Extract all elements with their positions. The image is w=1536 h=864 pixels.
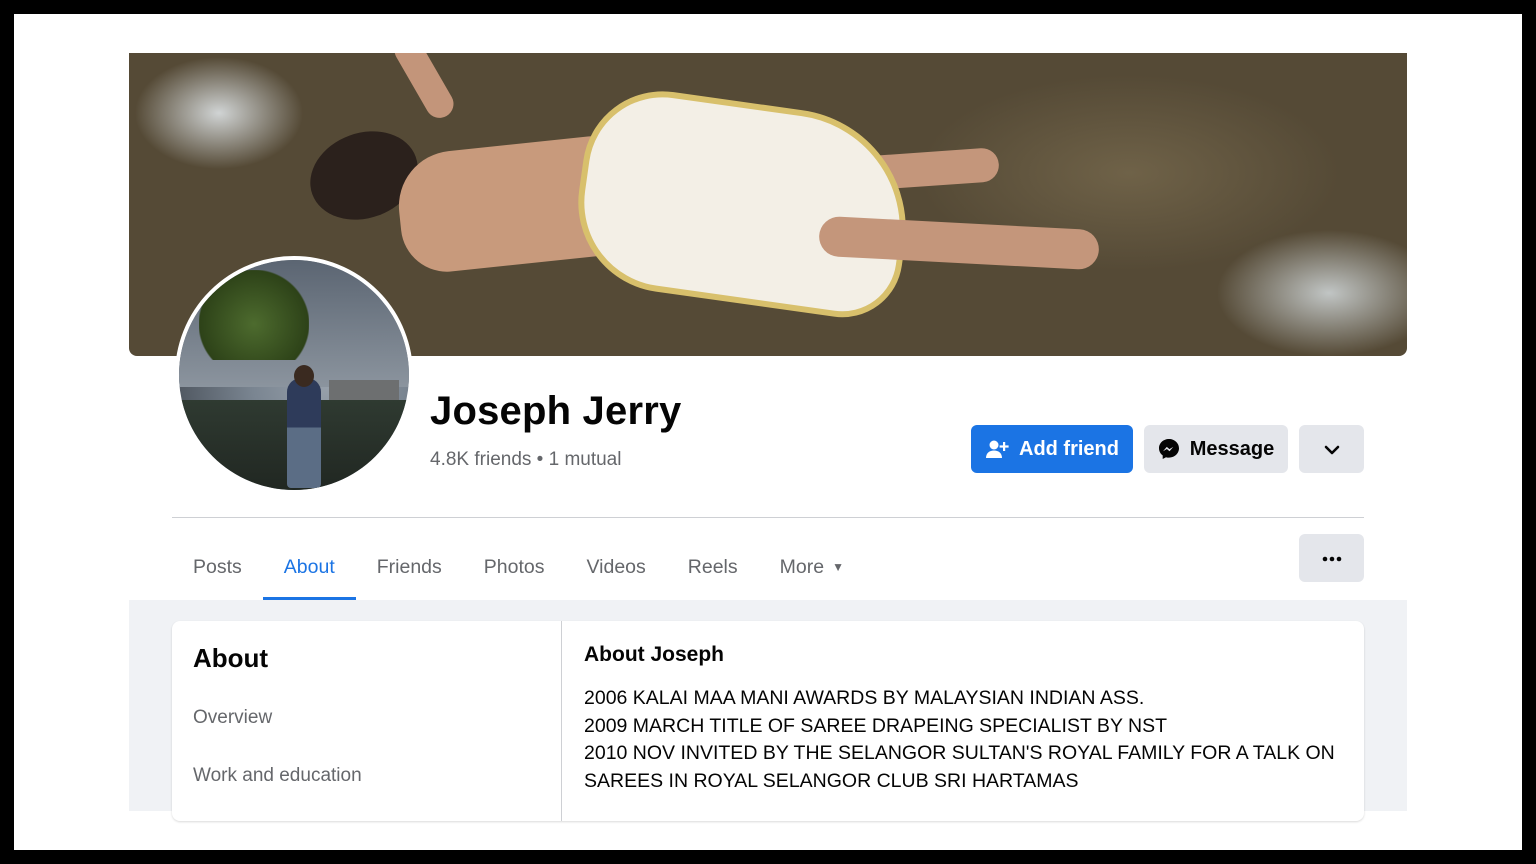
more-dots-icon [1322, 549, 1342, 567]
about-sidebar: About Overview Work and education [172, 621, 562, 821]
tab-videos[interactable]: Videos [566, 534, 667, 600]
about-content: About Joseph 2006 KALAI MAA MANI AWARDS … [584, 621, 1364, 821]
bio-line: 2010 NOV INVITED BY THE SELANGOR SULTAN'… [584, 742, 1335, 764]
message-button[interactable]: Message [1144, 425, 1288, 473]
about-section-title: About Joseph [584, 643, 724, 666]
caret-down-icon: ▼ [832, 560, 844, 574]
chevron-down-icon [1324, 438, 1340, 461]
tab-more[interactable]: More ▼ [759, 534, 865, 600]
tab-photos[interactable]: Photos [463, 534, 566, 600]
profile-avatar[interactable] [175, 256, 413, 494]
cover-figure-dhoti [566, 81, 922, 325]
add-friend-button[interactable]: Add friend [971, 425, 1133, 473]
tab-friends[interactable]: Friends [356, 534, 463, 600]
about-nav-work-education[interactable]: Work and education [193, 765, 362, 787]
tab-reels[interactable]: Reels [667, 534, 759, 600]
add-friend-icon [985, 439, 1009, 459]
friends-count[interactable]: 4.8K friends • 1 mutual [430, 449, 621, 471]
profile-options-button[interactable] [1299, 425, 1364, 473]
profile-page: Joseph Jerry 4.8K friends • 1 mutual Add… [129, 14, 1407, 821]
screenshot-frame: Joseph Jerry 4.8K friends • 1 mutual Add… [14, 14, 1522, 850]
about-card: About Overview Work and education About … [172, 621, 1364, 821]
bio-line: SAREES IN ROYAL SELANGOR CLUB SRI HARTAM… [584, 769, 1079, 792]
avatar-person-head [294, 365, 314, 387]
tab-posts[interactable]: Posts [172, 534, 263, 600]
add-friend-label: Add friend [1019, 437, 1119, 460]
bio-line: 2009 MARCH TITLE OF SAREE DRAPEING SPECI… [584, 714, 1168, 737]
bio-line: 2006 KALAI MAA MANI AWARDS BY MALAYSIAN … [584, 687, 1145, 709]
message-label: Message [1189, 437, 1275, 460]
about-heading: About [193, 643, 269, 673]
avatar-palm [199, 270, 309, 360]
tab-about[interactable]: About [262, 534, 356, 600]
tabs-overflow-button[interactable] [1299, 534, 1364, 582]
cover-figure-arm [389, 53, 459, 123]
about-nav-overview[interactable]: Overview [193, 707, 272, 729]
header-divider [172, 517, 1364, 518]
profile-tabs: Posts About Friends Photos Videos Reels … [172, 534, 865, 600]
about-bio: 2006 KALAI MAA MANI AWARDS BY MALAYSIAN … [584, 685, 1344, 795]
avatar-person [287, 378, 321, 488]
profile-name: Joseph Jerry [430, 389, 682, 433]
messenger-icon [1158, 438, 1180, 460]
